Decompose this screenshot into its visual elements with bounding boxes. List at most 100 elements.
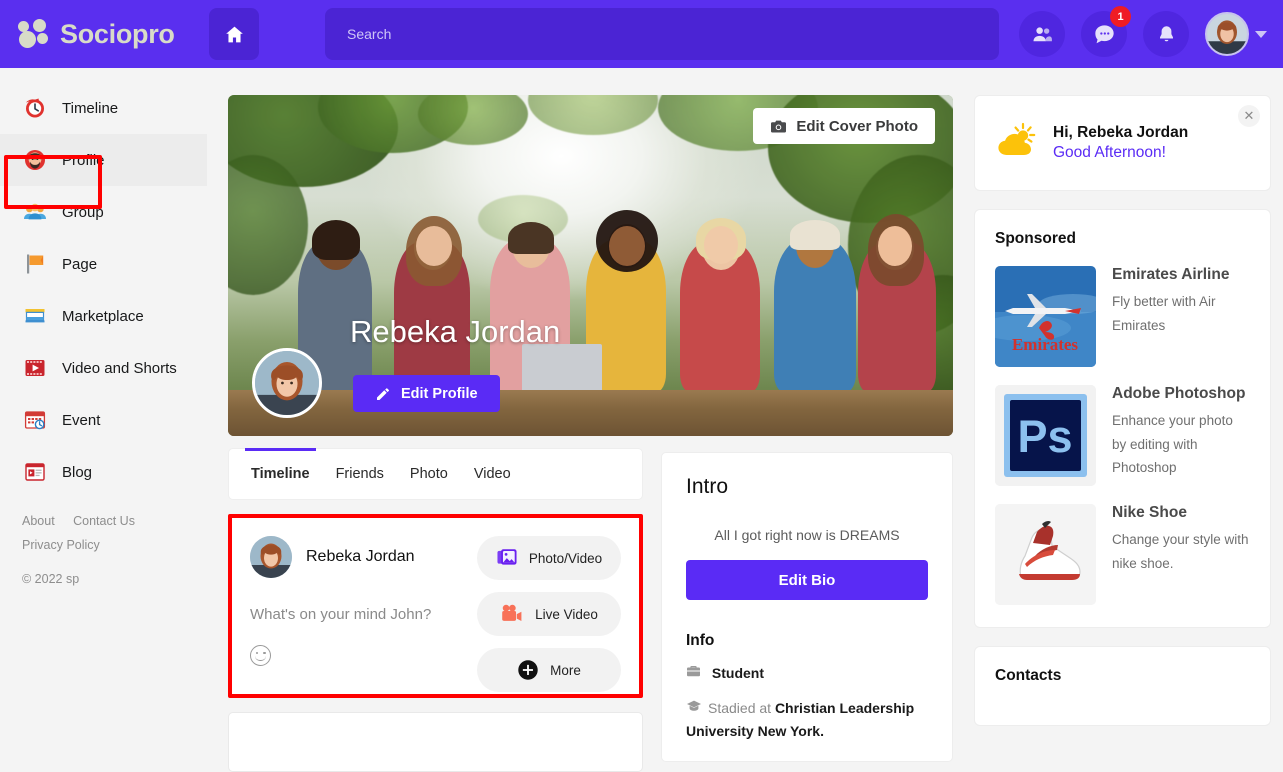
ad-text: Nike Shoe Change your style with nike sh… — [1112, 504, 1250, 605]
header-actions: 1 — [1019, 11, 1283, 57]
sidebar-item-label: Timeline — [62, 100, 118, 117]
more-button[interactable]: More — [477, 648, 621, 692]
svg-text:Emirates: Emirates — [1012, 335, 1078, 354]
user-menu[interactable] — [1205, 12, 1267, 56]
intro-bio-text: All I got right now is DREAMS — [686, 527, 928, 543]
composer-avatar-icon — [250, 536, 292, 578]
right-sidebar: ✕ Hi, Rebeka Jordan Good Afternoon! Spon… — [974, 95, 1271, 726]
sidebar-item-label: Profile — [62, 152, 105, 169]
composer-avatar[interactable] — [250, 536, 292, 578]
profile-tabs: Timeline Friends Photo Video — [228, 448, 643, 500]
tab-timeline[interactable]: Timeline — [251, 448, 310, 500]
event-calendar-icon — [22, 407, 48, 433]
sidebar-item-timeline[interactable]: Timeline — [0, 82, 207, 134]
cover-photo-card: Edit Cover Photo Rebeka Jordan Edit Prof… — [228, 95, 953, 436]
timeline-clock-icon — [22, 95, 48, 121]
tab-photo[interactable]: Photo — [410, 448, 448, 500]
messages-badge: 1 — [1110, 6, 1131, 27]
post-composer: Rebeka Jordan What's on your mind John? … — [232, 518, 639, 694]
home-button[interactable] — [209, 8, 259, 60]
sidebar-item-event[interactable]: Event — [0, 394, 207, 446]
brand-logo[interactable]: Sociopro — [0, 19, 207, 50]
user-avatar-icon — [1207, 14, 1247, 54]
sidebar-item-marketplace[interactable]: Marketplace — [0, 290, 207, 342]
emirates-airplane-ad-icon: Emirates — [995, 266, 1096, 367]
info-title: Info — [686, 632, 928, 650]
top-header: Sociopro 1 — [0, 0, 1283, 68]
sidebar-item-label: Marketplace — [62, 308, 144, 325]
sponsored-card: Sponsored Emirates Emirates Airline Fly … — [974, 209, 1271, 628]
edit-profile-label: Edit Profile — [401, 386, 478, 402]
video-film-icon — [22, 355, 48, 381]
avatar[interactable] — [1205, 12, 1249, 56]
live-video-button[interactable]: Live Video — [477, 592, 621, 636]
sidebar-item-label: Page — [62, 256, 97, 273]
info-work-value: Student — [712, 665, 764, 681]
briefcase-icon — [686, 662, 708, 685]
composer-user-name: Rebeka Jordan — [306, 548, 415, 566]
sidebar-item-page[interactable]: Page — [0, 238, 207, 290]
camera-icon — [770, 119, 787, 134]
sidebar-footer-links: About Contact Us Privacy Policy — [0, 498, 207, 560]
link-contact-us[interactable]: Contact Us — [73, 514, 135, 528]
live-video-label: Live Video — [535, 607, 598, 622]
ad-description: Change your style with nike shoe. — [1112, 528, 1250, 575]
profile-person-icon — [22, 147, 48, 173]
ad-name: Nike Shoe — [1112, 504, 1250, 522]
bell-icon — [1156, 24, 1177, 45]
svg-text:Ps: Ps — [1017, 411, 1072, 462]
emoji-smiley-icon[interactable] — [250, 645, 271, 666]
sociopro-dots-logo-icon — [18, 19, 50, 49]
copyright-text: © 2022 sp — [0, 572, 207, 586]
sidebar-item-label: Group — [62, 204, 104, 221]
photo-video-label: Photo/Video — [529, 551, 602, 566]
link-about[interactable]: About — [22, 514, 55, 528]
live-video-camera-icon — [500, 603, 524, 625]
sidebar-item-group[interactable]: Group — [0, 186, 207, 238]
edit-cover-photo-button[interactable]: Edit Cover Photo — [753, 108, 935, 144]
greeting-card: ✕ Hi, Rebeka Jordan Good Afternoon! — [974, 95, 1271, 191]
profile-picture[interactable] — [252, 348, 322, 418]
edit-bio-button[interactable]: Edit Bio — [686, 560, 928, 600]
link-privacy-policy[interactable]: Privacy Policy — [22, 538, 100, 552]
sponsored-ad-nike[interactable]: Nike Shoe Change your style with nike sh… — [995, 504, 1250, 605]
chevron-down-icon[interactable] — [1255, 31, 1267, 38]
messages-button[interactable]: 1 — [1081, 11, 1127, 57]
cover-bench — [228, 390, 953, 436]
more-label: More — [550, 663, 581, 678]
page-title: Rebeka Jordan — [350, 314, 560, 350]
sidebar-item-profile[interactable]: Profile — [0, 134, 207, 186]
photo-video-button[interactable]: Photo/Video — [477, 536, 621, 580]
search-input[interactable] — [325, 8, 999, 60]
notifications-button[interactable] — [1143, 11, 1189, 57]
contacts-title: Contacts — [995, 667, 1250, 685]
edit-profile-button[interactable]: Edit Profile — [353, 375, 500, 412]
sponsored-title: Sponsored — [995, 230, 1250, 248]
plus-circle-icon — [517, 659, 539, 681]
edit-cover-photo-label: Edit Cover Photo — [796, 118, 918, 135]
tab-friends[interactable]: Friends — [336, 448, 384, 500]
sun-cloud-icon — [993, 121, 1039, 166]
photoshop-ps-ad-icon: Ps — [995, 385, 1096, 486]
sponsored-ad-photoshop[interactable]: Ps Adobe Photoshop Enhance your photo by… — [995, 385, 1250, 486]
search-container — [259, 8, 1019, 60]
sidebar-item-blog[interactable]: Blog — [0, 446, 207, 498]
left-sidebar: Timeline Profile Group — [0, 68, 207, 749]
nike-shoe-ad-icon — [995, 504, 1096, 605]
info-row-education: Stadied at Christian Leadership Universi… — [686, 697, 928, 743]
friends-button[interactable] — [1019, 11, 1065, 57]
sidebar-item-video-and-shorts[interactable]: Video and Shorts — [0, 342, 207, 394]
sponsored-ad-emirates[interactable]: Emirates Emirates Airline Fly better wit… — [995, 266, 1250, 367]
ad-text: Adobe Photoshop Enhance your photo by ed… — [1112, 385, 1250, 486]
tab-video[interactable]: Video — [474, 448, 511, 500]
ad-description: Enhance your photo by editing with Photo… — [1112, 409, 1250, 480]
intro-title: Intro — [686, 475, 928, 499]
ad-description: Fly better with Air Emirates — [1112, 290, 1250, 337]
greeting-hello: Hi, Rebeka Jordan — [1053, 124, 1188, 142]
sidebar-item-label: Video and Shorts — [62, 360, 177, 377]
contacts-card: Contacts — [974, 646, 1271, 726]
close-icon[interactable]: ✕ — [1238, 105, 1260, 127]
post-composer-highlighted: Rebeka Jordan What's on your mind John? … — [228, 514, 643, 698]
home-icon — [224, 24, 245, 45]
sidebar-item-label: Blog — [62, 464, 92, 481]
